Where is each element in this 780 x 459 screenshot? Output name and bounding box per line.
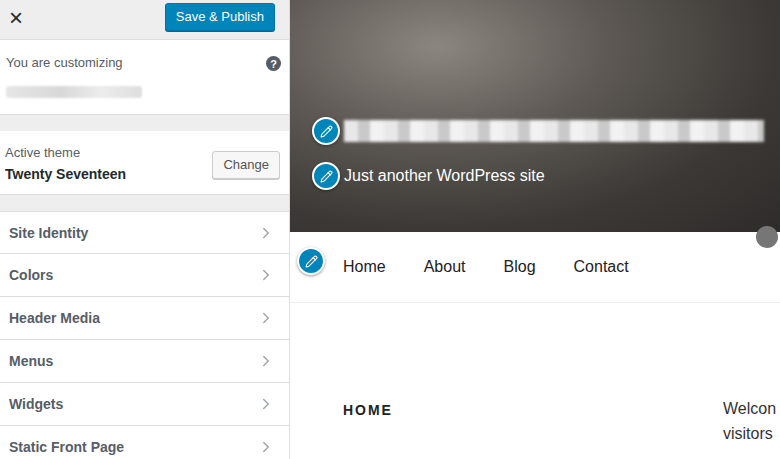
scroll-down-icon[interactable]: [756, 226, 778, 248]
edit-pencil-icon[interactable]: [312, 162, 340, 190]
chevron-right-icon: [257, 224, 275, 242]
page-title: HOME: [343, 402, 723, 446]
customizing-panel: You are customizing?: [0, 40, 289, 115]
chevron-right-icon: [257, 352, 275, 370]
chevron-right-icon: [257, 309, 275, 327]
change-theme-button[interactable]: Change: [212, 151, 280, 179]
section-row[interactable]: Colors: [0, 254, 289, 297]
nav-link[interactable]: Contact: [574, 258, 629, 276]
header-image: Just another WordPress site: [290, 0, 780, 232]
site-preview: Just another WordPress site Home About Blog…: [290, 0, 780, 459]
top-bar: × Save & Publish: [0, 0, 289, 40]
nav-link[interactable]: About: [424, 258, 466, 276]
chevron-right-icon: [257, 395, 275, 413]
section-row[interactable]: Static Front Page: [0, 426, 289, 459]
help-icon[interactable]: ?: [266, 56, 281, 71]
site-name-blurred: [6, 86, 142, 98]
section-row[interactable]: Header Media: [0, 297, 289, 340]
theme-name: Twenty Seventeen: [5, 166, 212, 182]
chevron-right-icon: [257, 438, 275, 456]
page-content: HOMEWelconvisitors: [290, 303, 780, 446]
close-button[interactable]: ×: [0, 0, 32, 40]
customizer-sidebar: × Save & Publish You are customizing? Activ…: [0, 0, 290, 459]
section-row[interactable]: Site Identity: [0, 211, 289, 254]
publish-button[interactable]: Save & Publish: [165, 3, 275, 31]
edit-pencil-icon[interactable]: [297, 247, 325, 275]
edit-pencil-icon[interactable]: [312, 117, 340, 145]
theme-panel: Active theme Twenty SeventeenChange: [0, 131, 289, 195]
nav-link[interactable]: Home: [343, 258, 386, 276]
nav-link[interactable]: Blog: [504, 258, 536, 276]
customizing-label: You are customizing: [6, 55, 266, 70]
chevron-right-icon: [257, 266, 275, 284]
section-row[interactable]: Widgets: [0, 383, 289, 426]
page-body: Welconvisitors: [723, 396, 776, 446]
nav-menu: Home About Blog Contact: [290, 232, 780, 303]
theme-label: Active theme: [5, 145, 212, 160]
section-row[interactable]: Menus: [0, 340, 289, 383]
site-tagline: Just another WordPress site: [344, 167, 545, 185]
customizer: × Save & Publish You are customizing? Activ…: [0, 0, 780, 459]
site-title-blurred: [344, 120, 764, 142]
